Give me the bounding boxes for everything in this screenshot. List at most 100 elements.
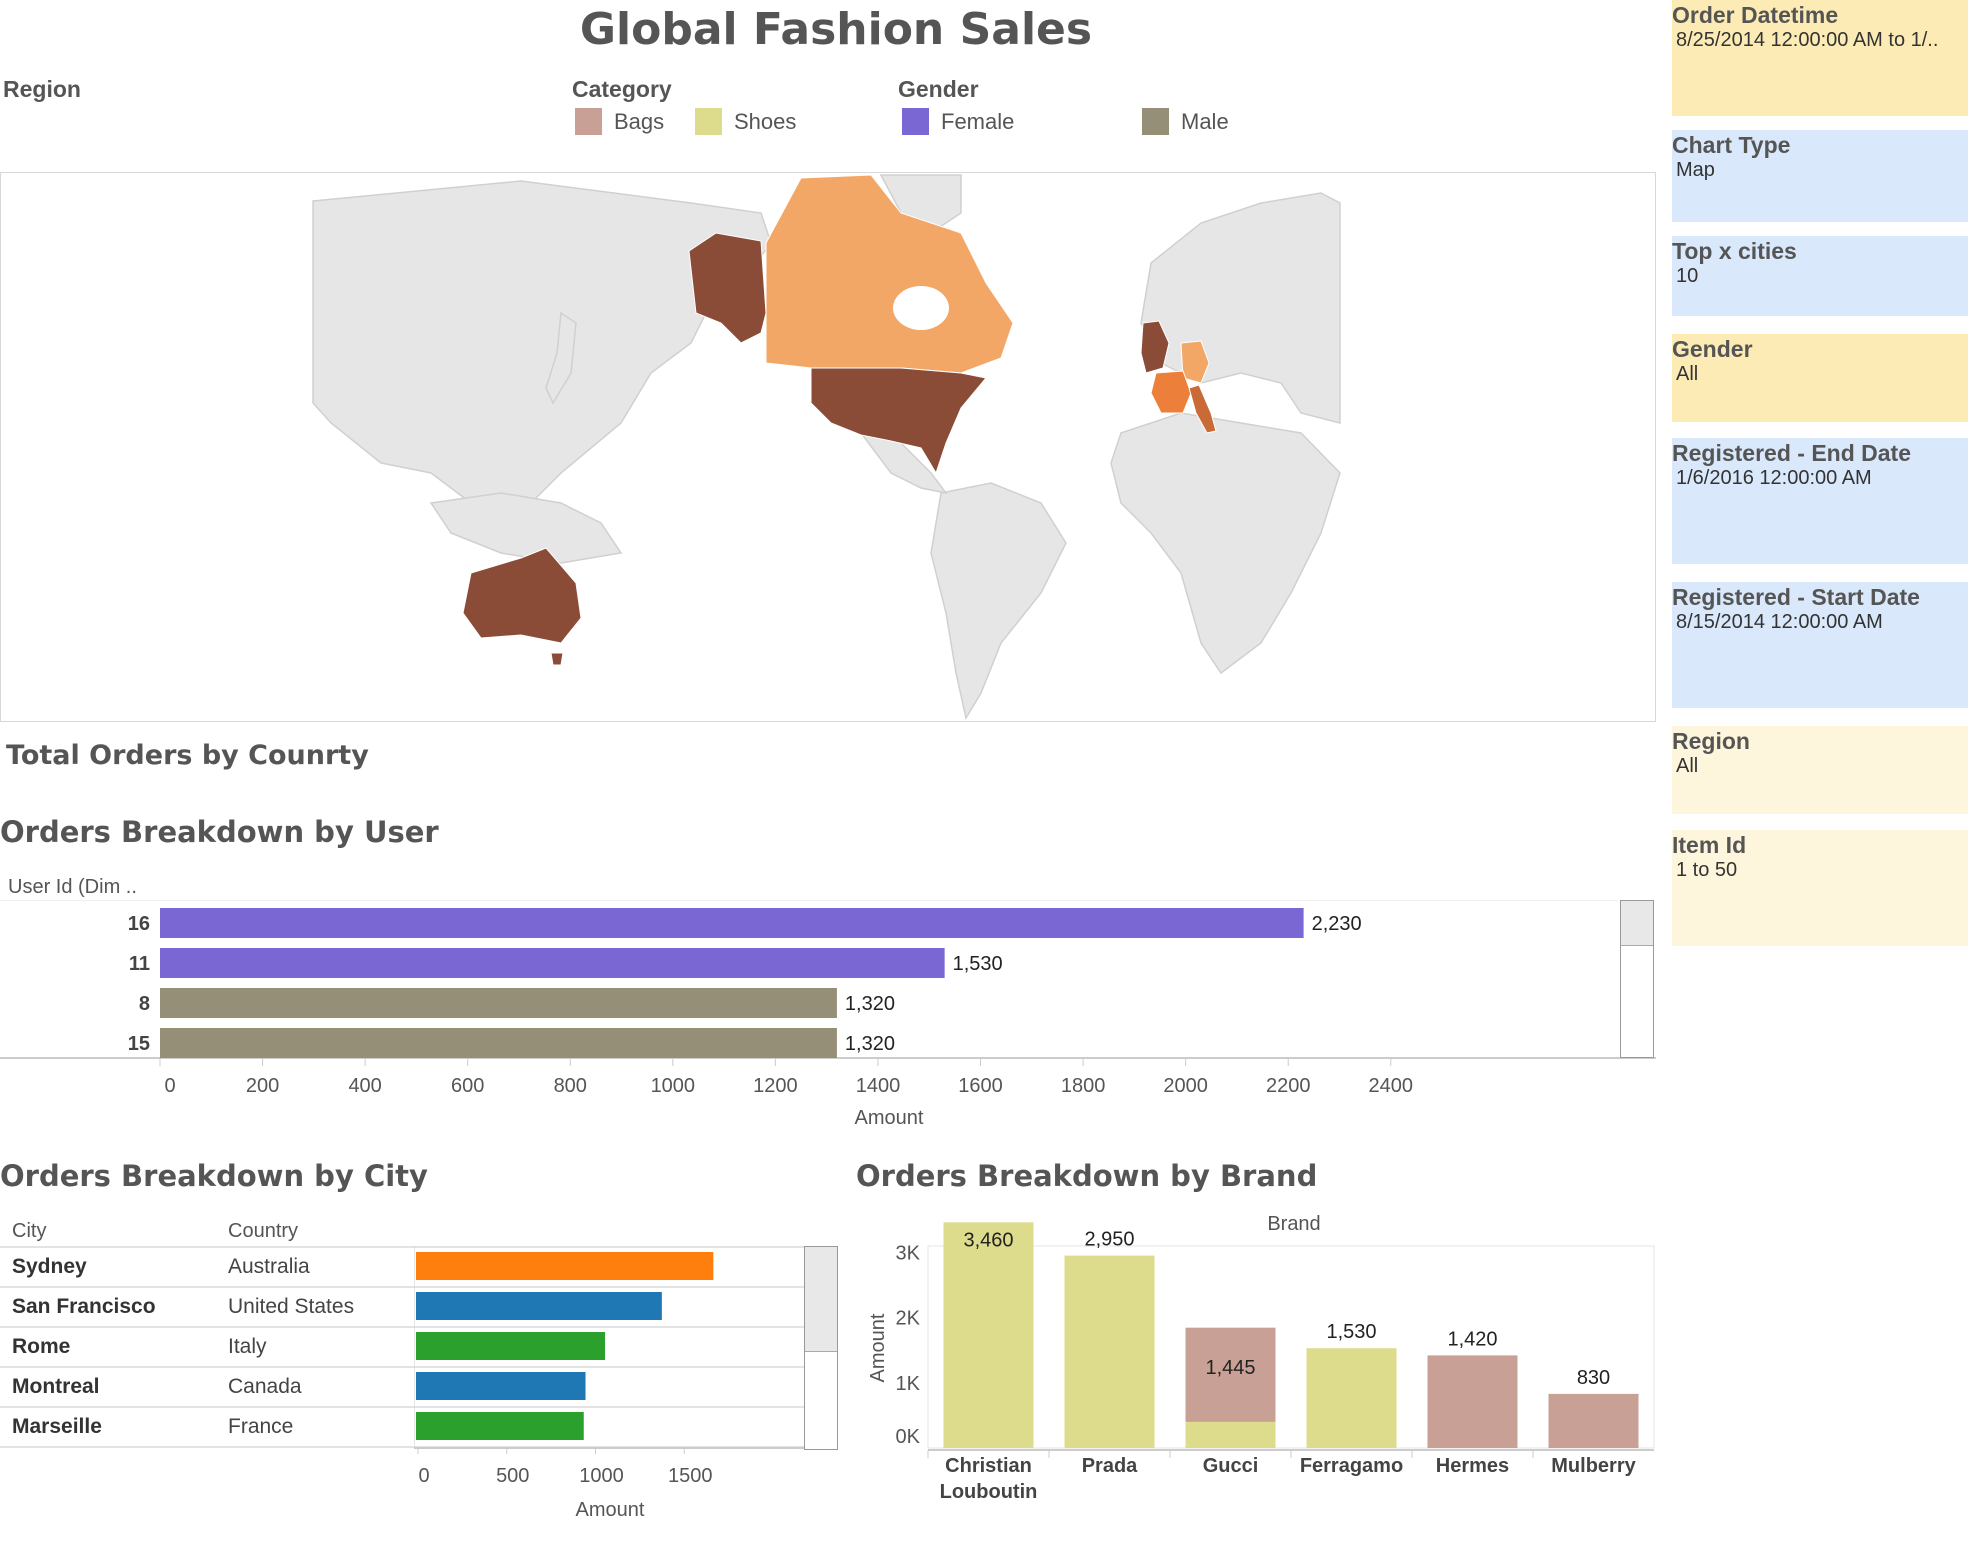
filter-value[interactable]: Map bbox=[1676, 159, 1968, 182]
filter-value[interactable]: All bbox=[1676, 363, 1968, 386]
filter-title: Registered - End Date bbox=[1672, 440, 1911, 466]
legend-label-shoes: Shoes bbox=[734, 108, 797, 134]
user-chart-scroll-thumb[interactable] bbox=[1621, 901, 1653, 946]
filter-card-registered-end-date[interactable]: Registered - End Date 1/6/2016 12:00:00 A… bbox=[1672, 438, 1968, 564]
user-axis-tick-label: 600 bbox=[451, 1075, 484, 1097]
filter-card-gender[interactable]: Gender All bbox=[1672, 334, 1968, 422]
world-map[interactable] bbox=[0, 172, 1656, 722]
filter-title: Registered - Start Date bbox=[1672, 584, 1920, 610]
france-region bbox=[1150, 370, 1192, 414]
hudson-bay bbox=[893, 286, 949, 330]
city-bar[interactable] bbox=[416, 1332, 606, 1360]
user-axis-tick-label: 2000 bbox=[1163, 1075, 1208, 1097]
legend-item-bags[interactable]: Bags bbox=[575, 108, 664, 135]
brand-section-title: Orders Breakdown by Brand bbox=[856, 1159, 1318, 1193]
user-bar[interactable] bbox=[160, 948, 945, 978]
city-name: Montreal bbox=[12, 1375, 100, 1398]
brand-bar-shoes[interactable] bbox=[1064, 1255, 1155, 1448]
brand-y-tick-label: 3K bbox=[896, 1242, 921, 1264]
brand-bar-chart[interactable]: Brand Amount 0K 1K 2K 3K 3,460 Christian Loubout… bbox=[856, 1200, 1656, 1510]
city-country: Australia bbox=[228, 1255, 310, 1278]
brand-x-label: Christian bbox=[945, 1455, 1032, 1477]
filter-card-top-x-cities[interactable]: Top x cities 10 bbox=[1672, 236, 1968, 316]
user-row-label: 15 bbox=[128, 1033, 150, 1055]
brand-value-label: 2,950 bbox=[1084, 1229, 1134, 1251]
brand-value-label: 830 bbox=[1577, 1367, 1610, 1389]
total-orders-title: Total Orders by Counrty bbox=[6, 740, 369, 771]
city-bar[interactable] bbox=[416, 1412, 584, 1440]
user-row-label: 11 bbox=[129, 953, 150, 975]
filter-title: Item Id bbox=[1672, 832, 1747, 858]
brand-x-label: Louboutin bbox=[940, 1481, 1038, 1503]
legend-item-male[interactable]: Male bbox=[1142, 108, 1229, 135]
male-swatch bbox=[1142, 108, 1169, 135]
user-axis-title: Amount bbox=[855, 1107, 924, 1129]
category-legend-title: Category bbox=[572, 76, 672, 102]
brand-bar-shoes[interactable] bbox=[943, 1222, 1034, 1448]
filter-value[interactable]: All bbox=[1676, 755, 1968, 778]
brand-x-label: Mulberry bbox=[1551, 1455, 1636, 1477]
filter-title: Chart Type bbox=[1672, 132, 1791, 158]
brand-y-tick-label: 0K bbox=[896, 1426, 921, 1448]
brand-value-label: 3,460 bbox=[963, 1229, 1013, 1251]
filter-value[interactable]: 8/25/2014 12:00:00 AM to 1/.. bbox=[1676, 29, 1968, 52]
city-chart-scrollbar[interactable] bbox=[804, 1246, 838, 1450]
filter-card-order-datetime[interactable]: Order Datetime 8/25/2014 12:00:00 AM to 1… bbox=[1672, 0, 1968, 116]
filter-value[interactable]: 10 bbox=[1676, 265, 1968, 288]
legend-item-female[interactable]: Female bbox=[902, 108, 1014, 135]
filter-card-item-id[interactable]: Item Id 1 to 50 bbox=[1672, 830, 1968, 946]
legend-label-female: Female bbox=[941, 108, 1015, 134]
user-axis-tick-label: 400 bbox=[348, 1075, 381, 1097]
female-swatch bbox=[902, 108, 929, 135]
user-axis-tick-label: 2200 bbox=[1266, 1075, 1311, 1097]
africa-landmass bbox=[1110, 412, 1341, 675]
brand-bar-shoes[interactable] bbox=[1185, 1421, 1276, 1448]
canada-region bbox=[765, 174, 1014, 374]
brand-plot-frame[interactable] bbox=[927, 1245, 1655, 1449]
city-axis-tick-label: 1000 bbox=[579, 1465, 624, 1487]
filter-title: Order Datetime bbox=[1672, 2, 1839, 28]
user-bar-value-label: 1,530 bbox=[953, 953, 1003, 975]
user-axis-tick-label: 800 bbox=[554, 1075, 587, 1097]
user-bar[interactable] bbox=[160, 1028, 837, 1058]
brand-bar-bags[interactable] bbox=[1427, 1355, 1518, 1448]
country-column-header[interactable]: Country bbox=[228, 1220, 298, 1243]
city-axis-tick-label: 0 bbox=[418, 1465, 429, 1487]
world-map-svg[interactable] bbox=[1, 173, 1655, 721]
user-chart-scrollbar[interactable] bbox=[1620, 900, 1654, 1058]
city-bar[interactable] bbox=[416, 1372, 586, 1400]
city-country: Italy bbox=[228, 1335, 267, 1358]
user-bar-chart[interactable]: 16 2,230 11 1,530 8 1,320 15 1,320 0 200 400 600 800… bbox=[0, 900, 1656, 1132]
brand-y-axis-title: Amount bbox=[867, 1313, 889, 1382]
city-name: Marseille bbox=[12, 1415, 102, 1438]
city-name: San Francisco bbox=[12, 1295, 156, 1318]
filter-value[interactable]: 1/6/2016 12:00:00 AM bbox=[1676, 467, 1968, 490]
dashboard-title: Global Fashion Sales bbox=[579, 4, 1093, 55]
filter-value[interactable]: 8/15/2014 12:00:00 AM bbox=[1676, 611, 1968, 634]
brand-x-label: Hermes bbox=[1436, 1455, 1509, 1477]
user-section-title: Orders Breakdown by User bbox=[0, 815, 439, 849]
city-axis-title: Amount bbox=[576, 1499, 645, 1521]
brand-bar-shoes[interactable] bbox=[1306, 1348, 1397, 1448]
user-bar-value-label: 2,230 bbox=[1312, 913, 1362, 935]
user-bar[interactable] bbox=[160, 908, 1304, 938]
user-id-header[interactable]: User Id (Dim .. bbox=[8, 876, 137, 899]
brand-value-label: 1,445 bbox=[1205, 1357, 1255, 1379]
city-bar-chart[interactable]: 0 500 1000 1500 Amount bbox=[414, 1246, 844, 1522]
city-bar[interactable] bbox=[416, 1292, 662, 1320]
filter-card-chart-type[interactable]: Chart Type Map bbox=[1672, 130, 1968, 222]
city-column-header[interactable]: City bbox=[12, 1220, 46, 1243]
brand-bar-bags[interactable] bbox=[1548, 1393, 1639, 1448]
legend-item-shoes[interactable]: Shoes bbox=[695, 108, 796, 135]
filter-title: Top x cities bbox=[1672, 238, 1797, 264]
filter-card-region[interactable]: Region All bbox=[1672, 726, 1968, 814]
bags-swatch bbox=[575, 108, 602, 135]
user-axis-tick-label: 1800 bbox=[1061, 1075, 1106, 1097]
user-bar[interactable] bbox=[160, 988, 837, 1018]
city-bar[interactable] bbox=[416, 1252, 714, 1280]
filter-value[interactable]: 1 to 50 bbox=[1676, 859, 1968, 882]
filter-card-registered-start-date[interactable]: Registered - Start Date 8/15/2014 12:00:0… bbox=[1672, 582, 1968, 708]
south-america-landmass bbox=[930, 482, 1067, 720]
city-chart-scroll-thumb[interactable] bbox=[805, 1247, 837, 1352]
city-name: Rome bbox=[12, 1335, 71, 1358]
